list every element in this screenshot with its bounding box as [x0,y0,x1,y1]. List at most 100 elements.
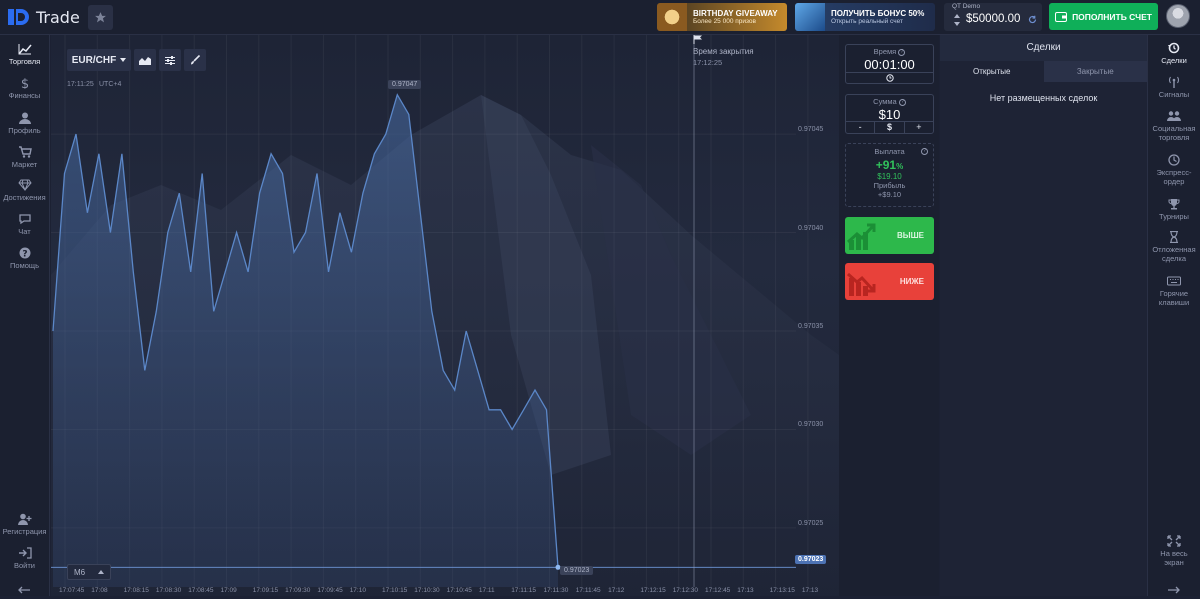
nav-chat-label: Чат [18,227,31,236]
right-sidebar: Сделки Сигналы Социальная торговля Экспр… [1147,35,1200,596]
refresh-icon[interactable] [1028,15,1037,24]
high-price-tag: 0.97047 [388,80,422,89]
clock-icon[interactable] [885,74,894,82]
nav-social-trading[interactable]: Социальная торговля [1148,110,1200,142]
hourglass-icon [1170,231,1178,243]
x-tick: 17:11:15 [511,587,537,594]
indicators-button[interactable] [159,49,181,71]
nav-market-label: Маркет [11,160,38,169]
flag-icon [693,35,702,44]
price-chart[interactable]: EUR/CHF 17:11:25 UTC+4 Время закрытия 17… [51,35,839,596]
dollar-icon: $ [20,77,28,89]
nav-pending-trade[interactable]: Отложенная сделка [1148,231,1200,263]
arrow-left-icon [18,586,30,594]
nav-finance[interactable]: $ Финансы [0,77,49,100]
chart-type-button[interactable] [134,49,156,71]
nav-login[interactable]: Войти [0,547,49,570]
x-tick: 17:09:45 [317,587,343,594]
nav-hotkeys-label: Горячие клавиши [1158,289,1190,307]
asset-name: EUR/CHF [71,54,117,66]
balance-value: $50000.00 [966,13,1021,25]
trend-up-icon [847,223,876,250]
nav-express-order[interactable]: Экспресс-ордер [1148,154,1200,186]
nav-chat[interactable]: Чат [0,213,49,236]
chart-toolbar: EUR/CHF [67,49,206,71]
x-tick: 17:13 [737,587,754,594]
promo-bonus[interactable]: ПОЛУЧИТЬ БОНУС 50% Открыть реальный счет [795,3,935,31]
x-tick: 17:09 [220,587,237,594]
x-axis: 17:07:45 17:08 17:08:15 17:08:30 17:08:45 17:… [51,587,839,596]
express-icon [1168,154,1180,166]
promo-birthday[interactable]: BIRTHDAY GIVEAWAY Более 25 000 призов [657,3,787,31]
asset-selector[interactable]: EUR/CHF [67,49,131,71]
chevron-down-icon [120,58,127,62]
put-button[interactable]: НИЖЕ [845,263,934,300]
y-tick: 0.97040 [798,225,824,232]
nav-login-label: Войти [14,561,35,570]
increase-amount-button[interactable]: + [905,122,933,133]
x-tick: 17:10:15 [382,587,408,594]
cart-icon [18,146,32,158]
nav-register[interactable]: Регистрация [0,513,49,536]
amount-value[interactable]: $10 [846,107,933,122]
gift-icon [657,3,687,31]
time-box[interactable]: Время ? 00:01:00 [845,44,934,84]
info-icon: ? [898,98,906,106]
collapse-sidebar-button[interactable] [17,581,31,599]
amount-box[interactable]: Сумма ? $10 - $ + [845,94,934,134]
nav-profile[interactable]: Профиль [0,112,49,135]
info-icon: ? [921,148,928,155]
nav-achievements[interactable]: Достижения [0,179,49,202]
nav-help[interactable]: ? Помощь [0,247,49,270]
profit-label: Прибыль [873,181,906,190]
trade-panel: Время ? 00:01:00 Сумма ? $10 - $ + Выпла… [839,35,939,596]
tab-open[interactable]: Открытые [940,61,1044,82]
signal-icon [1168,76,1180,88]
x-tick: 17:13 [801,587,819,594]
promo-birthday-subtitle: Более 25 000 призов [693,17,756,25]
sort-icon [954,14,960,26]
currency-button[interactable]: $ [875,122,905,133]
nav-trading-label: Торговля [8,57,41,66]
tab-closed[interactable]: Закрытые [1043,61,1147,82]
x-tick: 17:10:30 [414,587,440,594]
nav-achievements-label: Достижения [3,193,46,202]
nav-fullscreen[interactable]: На весь экран [1148,535,1200,567]
payout-box: Выплата ? +91% $19.10 Прибыль +$9.10 [845,143,934,207]
top-bar: Trade BIRTHDAY GIVEAWAY Более 25 000 при… [0,0,1200,35]
payout-percent: +91 [875,158,897,172]
payout-label: Выплата [874,147,905,156]
x-tick: 17:12:30 [672,587,698,594]
logo-text: Trade [36,7,80,27]
nav-trading[interactable]: Торговля [0,43,49,66]
x-tick: 17:08 [91,587,108,594]
call-button[interactable]: ВЫШЕ [845,217,934,254]
nav-express-order-label: Экспресс-ордер [1156,168,1192,186]
deals-tabs: Открытые Закрытые [940,61,1147,82]
promo-birthday-title: BIRTHDAY GIVEAWAY [693,8,778,18]
y-tick: 0.97045 [798,126,824,133]
time-value[interactable]: 00:01:00 [846,57,933,72]
wallet-icon [1055,11,1068,22]
y-tick: 0.97035 [798,323,824,330]
favorites-button[interactable] [88,5,113,30]
avatar[interactable] [1166,4,1190,28]
logo[interactable]: Trade [8,7,80,27]
nav-tournaments[interactable]: Турниры [1148,198,1200,221]
nav-deals[interactable]: Сделки [1148,42,1200,65]
nav-hotkeys[interactable]: Горячие клавиши [1148,275,1200,307]
decrease-amount-button[interactable]: - [846,122,876,133]
deposit-button[interactable]: ПОПОЛНИТЬ СЧЕТ [1049,3,1158,30]
profit-value: +$9.10 [877,190,902,199]
timeframe-selector[interactable]: M6 [67,564,111,580]
nav-market[interactable]: Маркет [0,146,49,169]
history-icon [1168,42,1180,54]
collapse-right-panel-button[interactable] [1167,581,1181,599]
nav-signals[interactable]: Сигналы [1148,76,1200,99]
promo-bonus-title: ПОЛУЧИТЬ БОНУС 50% [831,8,925,18]
user-icon [18,112,31,124]
chat-icon [18,214,31,225]
chart-timezone: UTC+4 [99,81,122,88]
drawing-button[interactable] [184,49,206,71]
balance-selector[interactable]: QT Demo $50000.00 [944,3,1042,31]
